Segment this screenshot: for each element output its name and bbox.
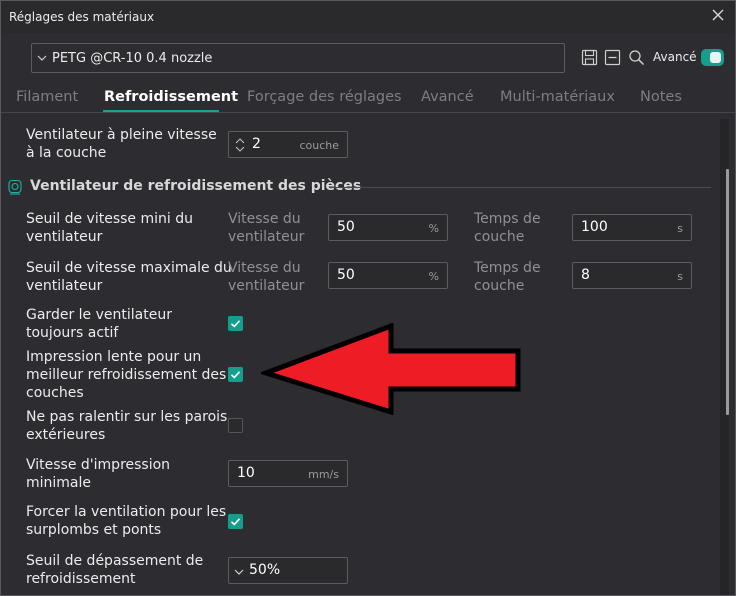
section-divider [329, 187, 711, 188]
dont-slow-walls-label-1: Ne pas ralentir sur les parois [26, 409, 228, 425]
full-fan-layer-input[interactable]: 2 couche [228, 131, 348, 158]
min-speed-label-1: Vitesse d'impression [26, 457, 171, 473]
force-cooling-checkbox[interactable] [228, 514, 243, 529]
search-icon[interactable] [628, 49, 645, 66]
slow-down-checkbox[interactable] [228, 367, 243, 382]
full-fan-layer-value: 2 [252, 136, 261, 152]
keep-fan-label-2: toujours actif [26, 325, 119, 341]
close-icon[interactable] [709, 6, 727, 24]
full-fan-layer-unit: couche [299, 139, 339, 152]
slow-down-label-3: couches [26, 385, 84, 401]
max-fan-time-value: 8 [581, 267, 590, 283]
material-settings-window: Réglages des matériaux PETG @CR-10 0.4 n… [0, 0, 736, 596]
chevron-down-icon [234, 569, 244, 575]
dont-slow-walls-checkbox[interactable] [228, 418, 243, 433]
max-fan-speed-label-1: Vitesse du [228, 260, 301, 276]
tab-notes[interactable]: Notes [640, 89, 682, 105]
min-fan-speed-unit: % [428, 222, 439, 235]
min-fan-time-unit: s [677, 222, 683, 235]
toggle-knob [710, 52, 721, 63]
tab-bar: Filament Refroidissement Forçage des rég… [1, 87, 735, 113]
slow-down-label-1: Impression lente pour un [26, 349, 202, 365]
tab-forcage[interactable]: Forçage des réglages [247, 89, 402, 105]
check-icon [230, 371, 241, 379]
remove-preset-icon[interactable] [604, 49, 621, 66]
advanced-label: Avancé [653, 50, 697, 64]
overhang-threshold-value: 50% [249, 562, 281, 578]
full-fan-layer-label-1: Ventilateur à pleine vitesse [26, 127, 217, 143]
save-icon[interactable] [581, 49, 598, 66]
min-speed-label-2: minimale [26, 475, 92, 491]
max-fan-speed-unit: % [428, 270, 439, 283]
max-fan-speed-value: 50 [337, 267, 355, 283]
window-title: Réglages des matériaux [9, 10, 155, 24]
min-fan-speed-label-2: ventilateur [228, 229, 305, 245]
max-fan-label-2: ventilateur [26, 278, 103, 294]
section-title: Ventilateur de refroidissement des pièce… [30, 178, 362, 194]
tab-avance[interactable]: Avancé [421, 89, 474, 105]
force-cooling-label-2: surplombs et ponts [26, 522, 162, 538]
title-bar: Réglages des matériaux [1, 1, 735, 33]
min-fan-time-label-1: Temps de [474, 211, 541, 227]
check-icon [230, 320, 241, 328]
check-icon [230, 518, 241, 526]
max-fan-time-unit: s [677, 270, 683, 283]
min-fan-time-input[interactable]: 100 s [572, 214, 692, 241]
full-fan-layer-label-2: à la couche [26, 145, 107, 161]
tab-multi-materiaux[interactable]: Multi-matériaux [500, 89, 615, 105]
max-fan-time-label-2: couche [474, 278, 525, 294]
tab-filament[interactable]: Filament [16, 89, 78, 105]
preset-select[interactable]: PETG @CR-10 0.4 nozzle [31, 43, 565, 73]
overhang-threshold-label-2: refroidissement [26, 571, 136, 587]
advanced-toggle[interactable] [701, 49, 724, 66]
min-fan-label-2: ventilateur [26, 229, 103, 245]
spinner-icon[interactable] [235, 136, 245, 154]
force-cooling-label-1: Forcer la ventilation pour les [26, 504, 227, 520]
dont-slow-walls-label-2: extérieures [26, 427, 106, 443]
max-fan-label-1: Seuil de vitesse maximale du [26, 260, 232, 276]
max-fan-speed-input[interactable]: 50 % [328, 262, 448, 289]
keep-fan-checkbox[interactable] [228, 316, 243, 331]
min-fan-label-1: Seuil de vitesse mini du [26, 211, 193, 227]
max-fan-time-input[interactable]: 8 s [572, 262, 692, 289]
min-speed-input[interactable]: 10 mm/s [228, 460, 348, 487]
min-fan-time-label-2: couche [474, 229, 525, 245]
scrollbar-thumb[interactable] [726, 169, 729, 415]
overhang-threshold-label-1: Seuil de dépassement de [26, 553, 204, 569]
min-fan-speed-value: 50 [337, 219, 355, 235]
max-fan-time-label-1: Temps de [474, 260, 541, 276]
tab-refroidissement[interactable]: Refroidissement [104, 89, 238, 105]
min-fan-speed-label-1: Vitesse du [228, 211, 301, 227]
chevron-down-icon [37, 55, 47, 61]
max-fan-speed-label-2: ventilateur [228, 278, 305, 294]
slow-down-label-2: meilleur refroidissement des [26, 367, 227, 383]
min-fan-time-value: 100 [581, 219, 608, 235]
min-speed-unit: mm/s [308, 468, 339, 481]
overhang-threshold-select[interactable]: 50% [228, 557, 348, 584]
preset-row: PETG @CR-10 0.4 nozzle Avancé [31, 43, 735, 73]
min-fan-speed-input[interactable]: 50 % [328, 214, 448, 241]
preset-name: PETG @CR-10 0.4 nozzle [52, 51, 213, 66]
keep-fan-label-1: Garder le ventilateur [26, 307, 172, 323]
fan-icon [8, 179, 22, 195]
min-speed-value: 10 [237, 465, 255, 481]
red-arrow-annotation [261, 323, 521, 415]
